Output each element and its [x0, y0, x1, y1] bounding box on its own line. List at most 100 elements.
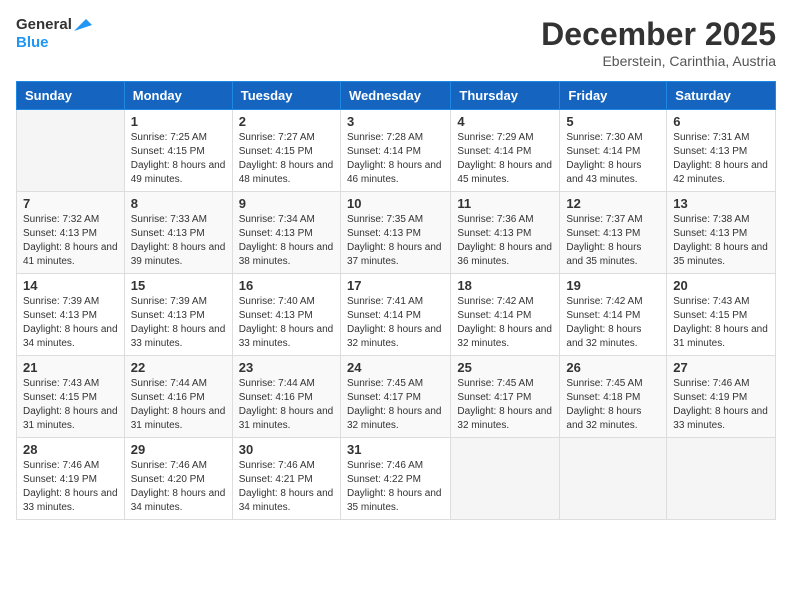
day-info: Sunrise: 7:45 AMSunset: 4:18 PMDaylight:… — [566, 377, 660, 433]
calendar-header-row: Sunday Monday Tuesday Wednesday Thursday… — [17, 82, 776, 110]
header-friday: Friday — [560, 82, 667, 110]
sunrise-text: Sunrise: 7:43 AM — [23, 378, 99, 389]
calendar-cell-w2-d7: 13Sunrise: 7:38 AMSunset: 4:13 PMDayligh… — [667, 192, 776, 274]
sunrise-text: Sunrise: 7:46 AM — [673, 378, 749, 389]
calendar-cell-w5-d2: 29Sunrise: 7:46 AMSunset: 4:20 PMDayligh… — [124, 438, 232, 520]
sunset-text: Sunset: 4:17 PM — [457, 392, 531, 403]
calendar-cell-w4-d4: 24Sunrise: 7:45 AMSunset: 4:17 PMDayligh… — [340, 356, 450, 438]
sunrise-text: Sunrise: 7:42 AM — [457, 296, 533, 307]
calendar-cell-w5-d5 — [451, 438, 560, 520]
logo-bird-icon — [74, 19, 92, 31]
daylight-text: Daylight: 8 hours and 34 minutes. — [23, 324, 118, 349]
calendar-cell-w2-d3: 9Sunrise: 7:34 AMSunset: 4:13 PMDaylight… — [232, 192, 340, 274]
day-info: Sunrise: 7:46 AMSunset: 4:19 PMDaylight:… — [673, 377, 769, 433]
day-number: 29 — [131, 442, 226, 457]
day-number: 30 — [239, 442, 334, 457]
calendar-cell-w5-d4: 31 Sunrise: 7:46 AMSunset: 4:22 PMDayligh… — [340, 438, 450, 520]
day-number: 19 — [566, 278, 660, 293]
daylight-text: Daylight: 8 hours and 32 minutes. — [347, 324, 442, 349]
calendar-cell-w4-d5: 25Sunrise: 7:45 AMSunset: 4:17 PMDayligh… — [451, 356, 560, 438]
day-info: Sunrise: 7:29 AMSunset: 4:14 PMDaylight:… — [457, 131, 553, 187]
day-info: Sunrise: 7:31 AMSunset: 4:13 PMDaylight:… — [673, 131, 769, 187]
day-number: 24 — [347, 360, 444, 375]
calendar-week-1: 1Sunrise: 7:25 AMSunset: 4:15 PMDaylight… — [17, 110, 776, 192]
calendar-cell-w2-d6: 12Sunrise: 7:37 AMSunset: 4:13 PMDayligh… — [560, 192, 667, 274]
daylight-text: Daylight: 8 hours and 35 minutes. — [566, 242, 641, 267]
sunset-text: Sunset: 4:15 PM — [23, 392, 97, 403]
sunset-text: Sunset: 4:21 PM — [239, 474, 313, 485]
day-number: 8 — [131, 196, 226, 211]
daylight-text: Daylight: 8 hours and 32 minutes. — [457, 324, 552, 349]
daylight-text: Daylight: 8 hours and 46 minutes. — [347, 160, 442, 185]
sunset-text: Sunset: 4:19 PM — [23, 474, 97, 485]
day-number: 9 — [239, 196, 334, 211]
sunrise-text: Sunrise: 7:45 AM — [566, 378, 642, 389]
daylight-text: Daylight: 8 hours and 43 minutes. — [566, 160, 641, 185]
calendar-cell-w3-d2: 15Sunrise: 7:39 AMSunset: 4:13 PMDayligh… — [124, 274, 232, 356]
calendar-cell-w3-d5: 18 Sunrise: 7:42 AM Sunset: 4:14 PM Dayligh… — [451, 274, 560, 356]
sunrise-text: Sunrise: 7:36 AM — [457, 214, 533, 225]
daylight-text: Daylight: 8 hours and 34 minutes. — [239, 488, 334, 513]
day-info: Sunrise: 7:39 AMSunset: 4:13 PMDaylight:… — [23, 295, 118, 351]
day-info: Sunrise: 7:44 AMSunset: 4:16 PMDaylight:… — [239, 377, 334, 433]
calendar-cell-w3-d7: 20Sunrise: 7:43 AMSunset: 4:15 PMDayligh… — [667, 274, 776, 356]
calendar-cell-w3-d6: 19Sunrise: 7:42 AMSunset: 4:14 PMDayligh… — [560, 274, 667, 356]
calendar-cell-w4-d6: 26Sunrise: 7:45 AMSunset: 4:18 PMDayligh… — [560, 356, 667, 438]
calendar-week-2: 7 Sunrise: 7:32 AM Sunset: 4:13 PM Daylight… — [17, 192, 776, 274]
day-info: Sunrise: 7:27 AMSunset: 4:15 PMDaylight:… — [239, 131, 334, 187]
sunrise-text: Sunrise: 7:46 AM — [131, 460, 207, 471]
sunset-text: Sunset: 4:13 PM — [673, 228, 747, 239]
day-number: 21 — [23, 360, 118, 375]
day-number: 31 — [347, 442, 444, 457]
day-number: 11 — [457, 196, 553, 211]
calendar-cell-w2-d4: 10Sunrise: 7:35 AMSunset: 4:13 PMDayligh… — [340, 192, 450, 274]
day-info: Sunrise: 7:25 AMSunset: 4:15 PMDaylight:… — [131, 131, 226, 187]
day-number: 4 — [457, 114, 553, 129]
day-info: Sunrise: 7:40 AMSunset: 4:13 PMDaylight:… — [239, 295, 334, 351]
sunset-text: Sunset: 4:13 PM — [239, 228, 313, 239]
daylight-text: Daylight: 8 hours and 33 minutes. — [239, 324, 334, 349]
sunrise-text: Sunrise: 7:44 AM — [239, 378, 315, 389]
calendar-table: Sunday Monday Tuesday Wednesday Thursday… — [16, 81, 776, 520]
sunset-text: Sunset: 4:13 PM — [23, 228, 97, 239]
day-number: 7 — [23, 196, 118, 211]
sunset-text: Sunset: 4:16 PM — [239, 392, 313, 403]
day-info: Sunrise: 7:32 AMSunset: 4:13 PMDaylight:… — [23, 213, 118, 269]
day-number: 6 — [673, 114, 769, 129]
day-info: Sunrise: 7:46 AMSunset: 4:21 PMDaylight:… — [239, 459, 334, 515]
daylight-text: Daylight: 8 hours and 31 minutes. — [23, 406, 118, 431]
daylight-text: Daylight: 8 hours and 35 minutes. — [673, 242, 768, 267]
calendar-cell-w2-d5: 11Sunrise: 7:36 AMSunset: 4:13 PMDayligh… — [451, 192, 560, 274]
sunrise-text: Sunrise: 7:42 AM — [566, 296, 642, 307]
day-info: Sunrise: 7:35 AMSunset: 4:13 PMDaylight:… — [347, 213, 444, 269]
sunset-text: Sunset: 4:15 PM — [239, 146, 313, 157]
page-header: General Blue December 2025 Eberstein, Ca… — [16, 16, 776, 69]
day-number: 22 — [131, 360, 226, 375]
sunset-text: Sunset: 4:14 PM — [457, 146, 531, 157]
daylight-text: Daylight: 8 hours and 32 minutes. — [457, 406, 552, 431]
calendar-cell-w2-d1: 7Sunrise: 7:32 AMSunset: 4:13 PMDaylight… — [17, 192, 125, 274]
day-info: Sunrise: 7:28 AMSunset: 4:14 PMDaylight:… — [347, 131, 444, 187]
calendar-cell-w2-d2: 8Sunrise: 7:33 AMSunset: 4:13 PMDaylight… — [124, 192, 232, 274]
calendar-cell-w1-d2: 1Sunrise: 7:25 AMSunset: 4:15 PMDaylight… — [124, 110, 232, 192]
day-number: 18 — [457, 278, 553, 293]
day-info: Sunrise: 7:46 AMSunset: 4:19 PMDaylight:… — [23, 459, 118, 515]
sunset-text: Sunset: 4:14 PM — [457, 310, 531, 321]
calendar-cell-w3-d1: 14Sunrise: 7:39 AMSunset: 4:13 PMDayligh… — [17, 274, 125, 356]
day-info: Sunrise: 7:46 AMSunset: 4:22 PMDaylight:… — [347, 459, 444, 515]
calendar-cell-w4-d1: 21 Sunrise: 7:43 AM Sunset: 4:15 PM Dayligh… — [17, 356, 125, 438]
daylight-text: Daylight: 8 hours and 32 minutes. — [566, 324, 641, 349]
day-number: 17 — [347, 278, 444, 293]
calendar-cell-w3-d3: 16Sunrise: 7:40 AMSunset: 4:13 PMDayligh… — [232, 274, 340, 356]
calendar-cell-w4-d2: 22Sunrise: 7:44 AMSunset: 4:16 PMDayligh… — [124, 356, 232, 438]
daylight-text: Daylight: 8 hours and 39 minutes. — [131, 242, 226, 267]
logo-text: General Blue — [16, 16, 92, 51]
daylight-text: Daylight: 8 hours and 38 minutes. — [239, 242, 334, 267]
sunrise-text: Sunrise: 7:37 AM — [566, 214, 642, 225]
calendar-cell-w1-d1 — [17, 110, 125, 192]
sunrise-text: Sunrise: 7:32 AM — [23, 214, 99, 225]
sunrise-text: Sunrise: 7:39 AM — [23, 296, 99, 307]
sunset-text: Sunset: 4:15 PM — [131, 146, 205, 157]
sunset-text: Sunset: 4:16 PM — [131, 392, 205, 403]
day-number: 13 — [673, 196, 769, 211]
